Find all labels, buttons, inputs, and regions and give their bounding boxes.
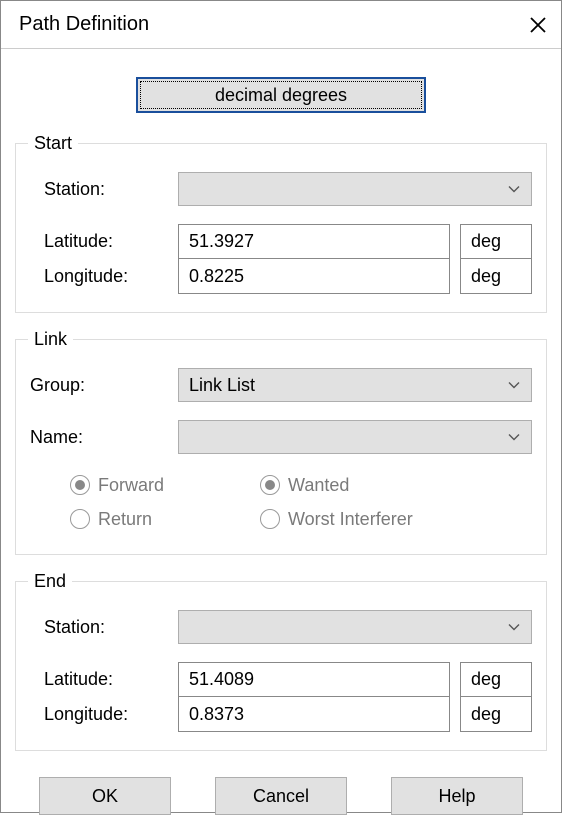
end-lat-unit: deg <box>460 662 532 697</box>
chevron-down-icon <box>507 179 521 200</box>
start-lon-unit: deg <box>460 259 532 294</box>
link-group-label: Group: <box>30 375 178 396</box>
link-group-select[interactable]: Link List <box>178 368 532 402</box>
start-station-label: Station: <box>30 179 178 200</box>
end-lat-label: Latitude: <box>30 669 178 690</box>
radio-return[interactable]: Return <box>70 502 260 536</box>
start-lat-label: Latitude: <box>30 231 178 252</box>
link-legend: Link <box>28 329 73 350</box>
end-lon-unit: deg <box>460 697 532 732</box>
end-lon-label: Longitude: <box>30 704 178 725</box>
radio-icon <box>260 475 280 495</box>
end-group: End Station: Latitude: deg Longitude: de… <box>15 571 547 751</box>
radio-wanted-label: Wanted <box>288 475 349 496</box>
start-group: Start Station: Latitude: deg Longitude: … <box>15 133 547 313</box>
link-name-label: Name: <box>30 427 178 448</box>
radio-worst-interferer[interactable]: Worst Interferer <box>260 502 450 536</box>
ok-button[interactable]: OK <box>39 777 171 815</box>
radio-icon <box>70 475 90 495</box>
cancel-button[interactable]: Cancel <box>215 777 347 815</box>
window-title: Path Definition <box>19 13 149 36</box>
link-group: Link Group: Link List Name: Forward <box>15 329 547 555</box>
link-group-value: Link List <box>189 375 255 396</box>
format-toggle-button[interactable]: decimal degrees <box>136 77 426 113</box>
radio-icon <box>70 509 90 529</box>
help-button[interactable]: Help <box>391 777 523 815</box>
start-lon-label: Longitude: <box>30 266 178 287</box>
end-station-label: Station: <box>30 617 178 638</box>
start-lat-unit: deg <box>460 224 532 259</box>
radio-worst-label: Worst Interferer <box>288 509 413 530</box>
start-legend: Start <box>28 133 78 154</box>
start-lat-input[interactable] <box>178 224 450 259</box>
radio-wanted[interactable]: Wanted <box>260 468 450 502</box>
radio-return-label: Return <box>98 509 152 530</box>
radio-forward[interactable]: Forward <box>70 468 260 502</box>
radio-icon <box>260 509 280 529</box>
chevron-down-icon <box>507 375 521 396</box>
close-icon[interactable] <box>529 16 547 34</box>
end-station-select[interactable] <box>178 610 532 644</box>
end-lat-input[interactable] <box>178 662 450 697</box>
link-name-select[interactable] <box>178 420 532 454</box>
chevron-down-icon <box>507 617 521 638</box>
end-lon-input[interactable] <box>178 697 450 732</box>
start-station-select[interactable] <box>178 172 532 206</box>
chevron-down-icon <box>507 427 521 448</box>
end-legend: End <box>28 571 72 592</box>
radio-forward-label: Forward <box>98 475 164 496</box>
start-lon-input[interactable] <box>178 259 450 294</box>
